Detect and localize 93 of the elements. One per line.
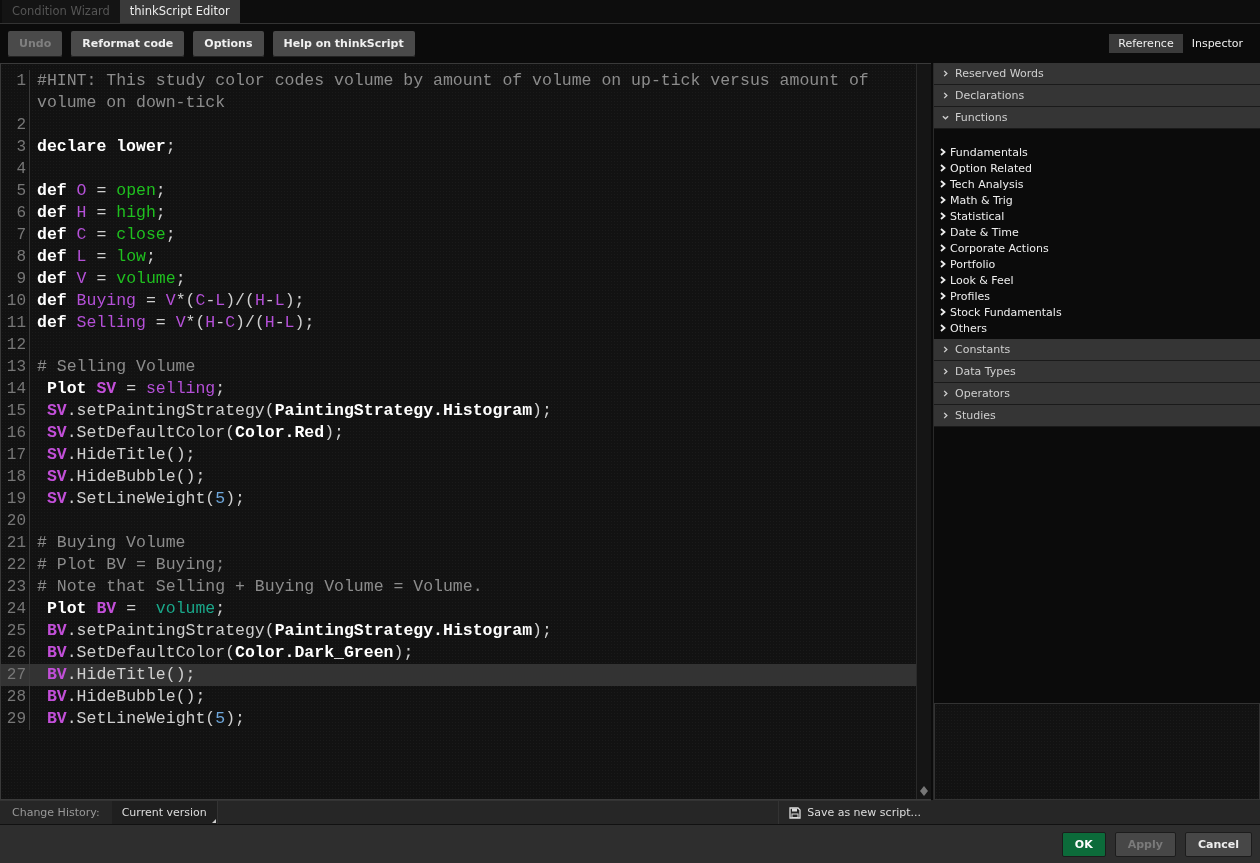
line-number: 23 xyxy=(1,576,30,598)
line-number: 18 xyxy=(1,466,30,488)
code-line: # Buying Volume xyxy=(36,532,187,554)
line-number: 9 xyxy=(1,268,30,290)
line-number: 29 xyxy=(1,708,30,730)
line-number: 24 xyxy=(1,598,30,620)
line-number: 16 xyxy=(1,422,30,444)
line-number: 12 xyxy=(1,334,30,356)
code-line: BV.setPaintingStrategy(PaintingStrategy.Histogram); xyxy=(45,620,553,642)
reference-item[interactable]: Tech Analysis xyxy=(940,176,1260,192)
code-line: def V = volume; xyxy=(36,268,187,290)
history-label: Change History: xyxy=(11,806,101,819)
line-number: 28 xyxy=(1,686,30,708)
line-number: 21 xyxy=(1,532,30,554)
code-line: def C = close; xyxy=(36,224,177,246)
line-number: 25 xyxy=(1,620,30,642)
code-line: declare lower; xyxy=(36,136,177,158)
line-number: 17 xyxy=(1,444,30,466)
save-icon xyxy=(789,806,802,819)
reference-item[interactable]: Stock Fundamentals xyxy=(940,304,1260,320)
reference-item[interactable]: Others xyxy=(940,320,1260,336)
code-line: BV.SetLineWeight(5); xyxy=(45,708,246,730)
code-editor[interactable] xyxy=(0,63,931,800)
version-dropdown[interactable]: Current version xyxy=(111,801,218,824)
line-number: 27 xyxy=(1,664,30,686)
code-line: SV.SetDefaultColor(Color.Red); xyxy=(45,422,345,444)
line-number: 7 xyxy=(1,224,30,246)
dialog-button[interactable]: OK xyxy=(1061,831,1106,857)
panel-tab[interactable]: Reference xyxy=(1109,34,1183,53)
reference-item[interactable]: Statistical xyxy=(940,208,1260,224)
reference-section[interactable]: Operators xyxy=(934,383,1260,405)
scroll-up-icon[interactable] xyxy=(920,785,928,791)
chevron-right-icon xyxy=(942,92,949,99)
reference-section[interactable]: Reserved Words xyxy=(934,63,1260,85)
line-number: 13 xyxy=(1,356,30,378)
code-line: # Plot BV = Buying; xyxy=(36,554,227,576)
toolbar-button[interactable]: Help on thinkScript xyxy=(272,30,415,57)
reference-item[interactable]: Corporate Actions xyxy=(940,240,1260,256)
code-line: BV.SetDefaultColor(Color.Dark_Green); xyxy=(45,642,415,664)
line-number: 3 xyxy=(1,136,30,158)
chevron-down-icon xyxy=(942,114,949,121)
line-number: 11 xyxy=(1,312,30,334)
code-line: # Selling Volume xyxy=(36,356,197,378)
chevron-right-icon xyxy=(942,390,949,397)
chevron-right-icon xyxy=(942,368,949,375)
code-line: def O = open; xyxy=(36,180,167,202)
line-number: 14 xyxy=(1,378,30,400)
code-line: Plot BV = volume; xyxy=(45,598,227,620)
line-number: 19 xyxy=(1,488,30,510)
line-number: 22 xyxy=(1,554,30,576)
line-number: 6 xyxy=(1,202,30,224)
reference-item[interactable]: Profiles xyxy=(940,288,1260,304)
panel-tab[interactable]: Inspector xyxy=(1182,34,1252,53)
reference-item[interactable]: Portfolio xyxy=(940,256,1260,272)
chevron-right-icon xyxy=(942,412,949,419)
scroll-down-icon[interactable] xyxy=(920,791,928,797)
line-number: 8 xyxy=(1,246,30,268)
line-number: 15 xyxy=(1,400,30,422)
toolbar-button[interactable]: Options xyxy=(193,30,264,57)
code-line: SV.HideTitle(); xyxy=(45,444,197,466)
code-line: Plot SV = selling; xyxy=(45,378,227,400)
reference-section[interactable]: Constants xyxy=(934,339,1260,361)
code-line: def Buying = V*(C-L)/(H-L); xyxy=(36,290,306,312)
code-line: SV.HideBubble(); xyxy=(45,466,207,488)
reference-section[interactable]: Functions xyxy=(934,107,1260,129)
toolbar-button[interactable]: Reformat code xyxy=(71,30,185,57)
code-line: # Note that Selling + Buying Volume = Volume. xyxy=(36,576,484,598)
code-line: def H = high; xyxy=(36,202,167,224)
chevron-right-icon xyxy=(942,70,949,77)
line-number: 1 xyxy=(1,70,30,114)
code-line: BV.HideBubble(); xyxy=(45,686,207,708)
line-number: 2 xyxy=(1,114,30,136)
reference-item[interactable]: Fundamentals xyxy=(940,144,1260,160)
line-number: 20 xyxy=(1,510,30,532)
code-line: SV.setPaintingStrategy(PaintingStrategy.Histogram); xyxy=(45,400,553,422)
chevron-right-icon xyxy=(942,346,949,353)
editor-tab[interactable]: thinkScript Editor xyxy=(119,0,240,23)
line-number: 4 xyxy=(1,158,30,180)
reference-item[interactable]: Math & Trig xyxy=(940,192,1260,208)
code-line: SV.SetLineWeight(5); xyxy=(45,488,246,510)
reference-item[interactable]: Date & Time xyxy=(940,224,1260,240)
code-line: def Selling = V*(H-C)/(H-L); xyxy=(36,312,316,334)
code-line: #HINT: This study color codes volume by amount of volume on up-tick versus amount of volume on down-tick xyxy=(36,70,870,114)
reference-section[interactable]: Declarations xyxy=(934,85,1260,107)
corner-triangle-icon xyxy=(211,819,216,823)
dialog-button[interactable]: Cancel xyxy=(1184,831,1252,857)
line-number: 5 xyxy=(1,180,30,202)
reference-section[interactable]: Data Types xyxy=(934,361,1260,383)
reference-item[interactable]: Look & Feel xyxy=(940,272,1260,288)
reference-item[interactable]: Option Related xyxy=(940,160,1260,176)
reference-section[interactable]: Studies xyxy=(934,405,1260,427)
code-line: def L = low; xyxy=(36,246,157,268)
line-number: 10 xyxy=(1,290,30,312)
